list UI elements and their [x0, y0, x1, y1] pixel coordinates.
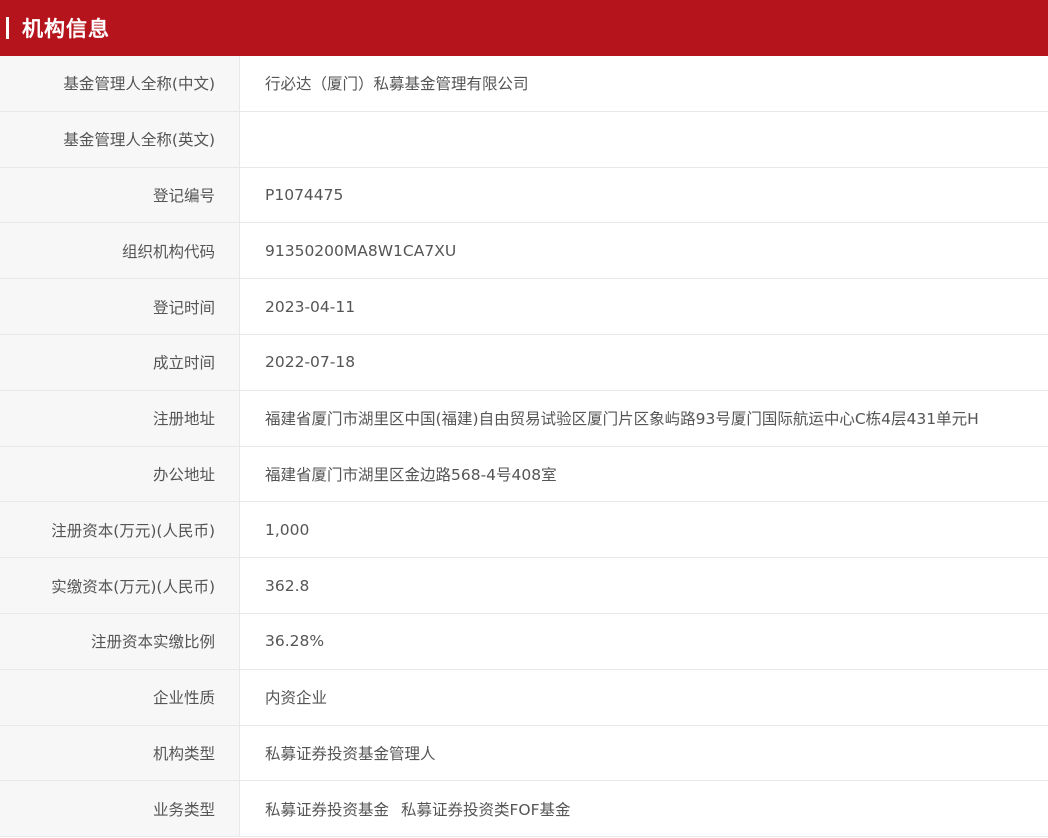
business-type-item: 私募证券投资基金 — [265, 800, 390, 819]
info-row-name-cn: 基金管理人全称(中文) 行必达（厦门）私募基金管理有限公司 — [0, 56, 1048, 112]
info-row-institution-type: 机构类型 私募证券投资基金管理人 — [0, 725, 1048, 782]
info-row-establishment-date: 成立时间 2022-07-18 — [0, 334, 1048, 391]
row-label: 基金管理人全称(英文) — [0, 111, 240, 167]
header-accent-bar — [6, 17, 9, 39]
row-value: 2023-04-11 — [265, 297, 356, 316]
row-label: 业务类型 — [0, 781, 240, 837]
institution-info-page: 机构信息 基金管理人全称(中文) 行必达（厦门）私募基金管理有限公司 基金管理人… — [0, 0, 1048, 838]
row-label: 机构类型 — [0, 725, 240, 781]
section-title: 机构信息 — [22, 17, 110, 41]
row-value: P1074475 — [265, 185, 344, 204]
row-label: 成立时间 — [0, 334, 240, 390]
row-value: 1,000 — [265, 520, 310, 539]
business-type-item: 私募证券投资类FOF基金 — [401, 800, 571, 819]
info-row-paid-in-capital: 实缴资本(万元)(人民币) 362.8 — [0, 558, 1048, 614]
row-label: 登记编号 — [0, 167, 240, 223]
info-row-paid-in-ratio: 注册资本实缴比例 36.28% — [0, 613, 1048, 670]
row-value: 福建省厦门市湖里区金边路568-4号408室 — [265, 465, 557, 484]
row-value: 36.28% — [265, 632, 325, 651]
row-value: 2022-07-18 — [265, 353, 356, 372]
row-value — [240, 112, 1048, 167]
row-value: 私募证券投资基金 私募证券投资类FOF基金 — [240, 781, 1048, 836]
row-label: 办公地址 — [0, 446, 240, 502]
info-table: 基金管理人全称(中文) 行必达（厦门）私募基金管理有限公司 基金管理人全称(英文… — [0, 56, 1048, 838]
info-row-registration-date: 登记时间 2023-04-11 — [0, 279, 1048, 335]
row-label: 注册资本(万元)(人民币) — [0, 502, 240, 558]
row-value: 91350200MA8W1CA7XU — [265, 241, 457, 260]
row-label: 企业性质 — [0, 669, 240, 725]
info-row-office-address: 办公地址 福建省厦门市湖里区金边路568-4号408室 — [0, 446, 1048, 503]
row-value: 福建省厦门市湖里区中国(福建)自由贸易试验区厦门片区象屿路93号厦门国际航运中心… — [265, 410, 979, 429]
section-header: 机构信息 — [0, 0, 1048, 56]
row-label: 基金管理人全称(中文) — [0, 56, 240, 111]
row-value: 内资企业 — [265, 689, 328, 708]
info-row-name-en: 基金管理人全称(英文) — [0, 111, 1048, 168]
info-row-enterprise-nature: 企业性质 内资企业 — [0, 669, 1048, 726]
row-label: 登记时间 — [0, 279, 240, 334]
row-value: 私募证券投资基金管理人 — [265, 744, 436, 763]
info-row-registered-address: 注册地址 福建省厦门市湖里区中国(福建)自由贸易试验区厦门片区象屿路93号厦门国… — [0, 390, 1048, 447]
info-row-business-type: 业务类型 私募证券投资基金 私募证券投资类FOF基金 — [0, 781, 1048, 838]
row-value: 362.8 — [265, 576, 310, 595]
info-row-organization-code: 组织机构代码 91350200MA8W1CA7XU — [0, 223, 1048, 280]
info-row-registered-capital: 注册资本(万元)(人民币) 1,000 — [0, 502, 1048, 559]
row-label: 组织机构代码 — [0, 223, 240, 279]
row-label: 实缴资本(万元)(人民币) — [0, 558, 240, 613]
row-label: 注册资本实缴比例 — [0, 613, 240, 669]
row-value: 行必达（厦门）私募基金管理有限公司 — [265, 75, 529, 94]
info-row-registration-number: 登记编号 P1074475 — [0, 167, 1048, 224]
row-label: 注册地址 — [0, 390, 240, 446]
